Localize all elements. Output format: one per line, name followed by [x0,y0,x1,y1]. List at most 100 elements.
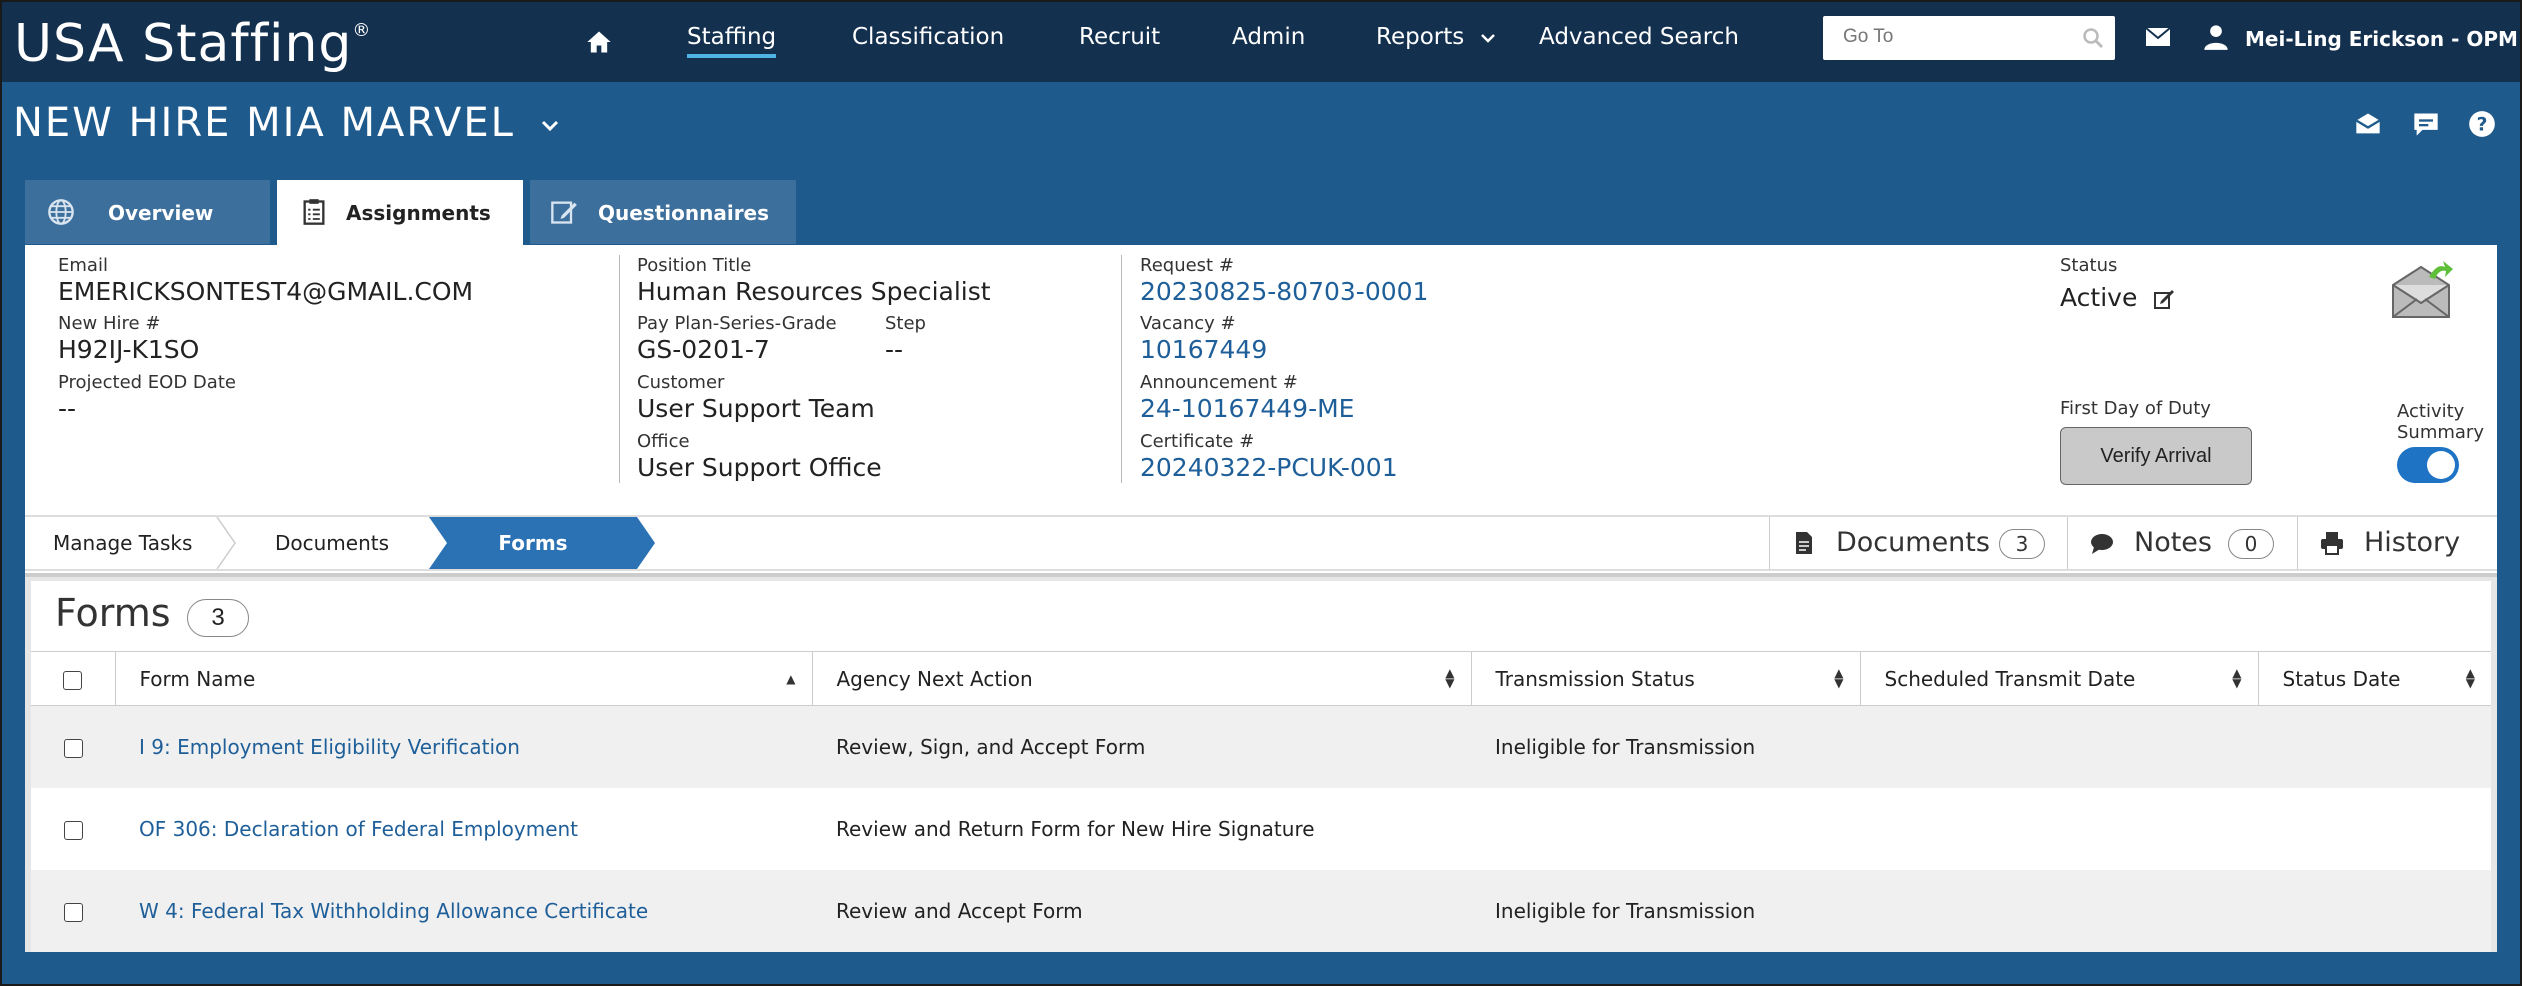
column-header-agency-next-action[interactable]: Agency Next Action ▲ ▼ [811,651,1471,706]
position-title-value: Human Resources Specialist [637,277,991,306]
select-all-checkbox[interactable] [63,670,83,690]
sort-icon[interactable]: ▲ ▼ [1834,667,1843,689]
table-header-row: Form Name ▲ Agency Next Action ▲ ▼ Transm… [31,651,2491,706]
status-date-cell [2258,705,2491,788]
status-date-cell [2258,787,2491,870]
edit-icon[interactable] [2153,288,2175,310]
email-label: Email [58,255,108,276]
position-title-label: Position Title [637,255,752,276]
documents-tab-label: Documents [1836,527,1990,558]
nav-admin[interactable]: Admin [1232,24,1305,50]
transmission-status-cell [1471,787,1860,870]
column-header-label: Transmission Status [1495,666,1695,691]
certificate-link[interactable]: 20240322-PCUK-001 [1140,453,1398,482]
chevron-separator-icon [216,517,236,569]
status-date-cell [2258,869,2491,952]
transmission-status-cell: Ineligible for Transmission [1471,869,1860,952]
table-row: I 9: Employment Eligibility Verification… [31,705,2491,788]
documents-tab[interactable]: Documents 3 [1769,517,2067,569]
form-name-link[interactable]: OF 306: Declaration of Federal Employmen… [139,817,578,841]
usa-staffing-logo[interactable]: USA Staffing® [14,14,371,74]
row-checkbox[interactable] [63,738,83,758]
tab-questionnaires-label: Questionnaires [598,201,770,225]
certificate-label: Certificate # [1140,431,1255,452]
column-header-status-date[interactable]: Status Date ▲ ▼ [2257,651,2491,706]
inbox-icon[interactable] [2354,110,2382,138]
activity-summary-toggle[interactable] [2397,447,2459,483]
assignment-panel: Email EMERICKSONTEST4@GMAIL.COM New Hire… [25,245,2497,952]
nav-staffing[interactable]: Staffing [687,24,777,58]
verify-arrival-button[interactable]: Verify Arrival [2060,427,2252,485]
speech-bubble-icon [2091,534,2113,554]
request-link[interactable]: 20230825-80703-0001 [1140,277,1428,306]
tab-questionnaires[interactable]: Questionnaires [530,180,796,244]
notes-tab[interactable]: Notes 0 [2067,517,2297,569]
logo-registered-mark: ® [352,20,372,41]
table-row: W 4: Federal Tax Withholding Allowance C… [31,869,2491,952]
column-header-label: Form Name [139,666,256,691]
projected-eod-value: -- [58,394,77,423]
activity-summary-label-line2: Summary [2397,422,2484,443]
forms-section: Forms 3 Form Name ▲ Agency Next Action ▲… [25,573,2497,952]
history-tab[interactable]: History [2297,517,2497,569]
pay-plan-label: Pay Plan-Series-Grade [637,313,837,334]
agency-next-action-cell: Review and Accept Form [812,869,1471,952]
nav-reports[interactable]: Reports [1376,24,1496,50]
sort-icon[interactable]: ▲ ▼ [1445,667,1454,689]
column-divider [619,255,620,483]
mail-icon[interactable] [2145,27,2171,47]
breadcrumb-forms[interactable]: Forms [429,517,657,569]
send-email-icon[interactable] [2389,257,2453,321]
nav-recruit[interactable]: Recruit [1079,24,1160,50]
row-select-cell [31,705,115,788]
form-name-cell: OF 306: Declaration of Federal Employmen… [115,787,812,870]
vacancy-link[interactable]: 10167449 [1140,335,1267,364]
user-icon[interactable] [2202,23,2230,51]
row-select-cell [31,787,115,870]
page-title[interactable]: NEW HIRE MIA MARVEL [13,100,560,146]
document-icon [1796,532,1812,554]
tab-overview-label: Overview [108,201,214,225]
column-header-form-name[interactable]: Form Name ▲ [114,651,812,706]
breadcrumb-manage-tasks[interactable]: Manage Tasks [53,517,192,569]
form-name-link[interactable]: I 9: Employment Eligibility Verification [139,735,520,759]
nav-classification[interactable]: Classification [852,24,1004,50]
new-hire-info: Email EMERICKSONTEST4@GMAIL.COM New Hire… [25,245,2497,515]
sort-ascending-icon[interactable]: ▲ [786,673,795,685]
scheduled-transmit-date-cell [1860,705,2258,788]
column-header-scheduled-transmit-date[interactable]: Scheduled Transmit Date ▲ ▼ [1859,651,2258,706]
tab-overview[interactable]: Overview [25,180,270,244]
row-checkbox[interactable] [63,902,83,922]
user-menu-name[interactable]: Mei-Ling Erickson - OPM [2245,27,2518,51]
status-text: Active [2060,283,2138,312]
forms-heading: Forms [55,591,171,635]
row-checkbox[interactable] [63,820,83,840]
home-icon[interactable] [585,28,613,56]
sort-icon[interactable]: ▲ ▼ [2466,667,2475,689]
goto-search-box[interactable] [1823,16,2115,60]
nav-reports-label: Reports [1376,24,1465,50]
svg-text:?: ? [2477,114,2488,135]
goto-input[interactable] [1823,16,2063,58]
breadcrumb-documents[interactable]: Documents [275,517,389,569]
forms-card: Forms 3 Form Name ▲ Agency Next Action ▲… [31,581,2491,952]
table-row: OF 306: Declaration of Federal Employmen… [31,787,2491,870]
column-header-label: Scheduled Transmit Date [1884,666,2136,691]
edit-document-icon [551,201,577,224]
column-header-transmission-status[interactable]: Transmission Status ▲ ▼ [1470,651,1860,706]
printer-icon [2321,532,2343,555]
pay-plan-value: GS-0201-7 [637,335,770,364]
nav-advanced-search[interactable]: Advanced Search [1539,24,1739,50]
sort-icon[interactable]: ▲ ▼ [2232,667,2241,689]
office-label: Office [637,431,690,452]
announcement-link[interactable]: 24-10167449-ME [1140,394,1354,423]
search-icon[interactable] [2081,26,2105,50]
help-icon[interactable]: ? [2468,110,2496,138]
form-name-link[interactable]: W 4: Federal Tax Withholding Allowance C… [139,899,648,923]
chat-icon[interactable] [2412,110,2440,138]
tab-assignments[interactable]: Assignments [277,180,523,246]
tab-assignments-label: Assignments [346,201,491,225]
form-name-cell: I 9: Employment Eligibility Verification [115,705,812,788]
office-value: User Support Office [637,453,882,482]
form-name-cell: W 4: Federal Tax Withholding Allowance C… [115,869,812,952]
